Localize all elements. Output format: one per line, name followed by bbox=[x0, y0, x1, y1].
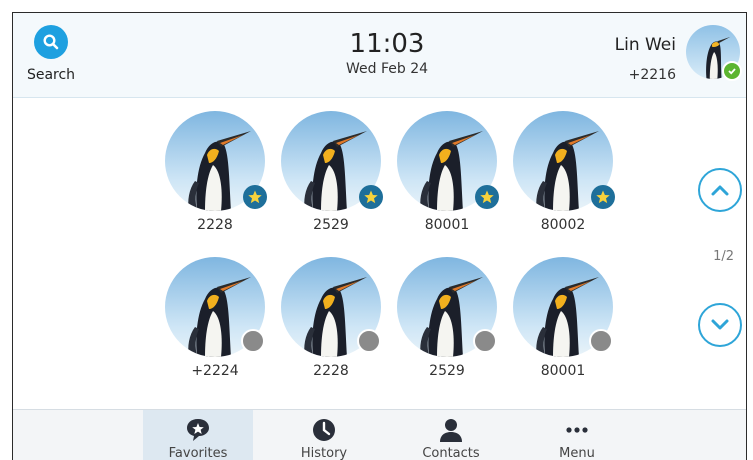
offline-status-icon bbox=[357, 329, 381, 353]
favorite-contact[interactable]: 2529 bbox=[279, 111, 383, 233]
star-badge-icon bbox=[475, 185, 499, 209]
star-badge-icon bbox=[243, 185, 267, 209]
favorite-contact-label: 80001 bbox=[424, 217, 470, 233]
page-up-button[interactable] bbox=[698, 168, 742, 212]
search-icon bbox=[34, 25, 68, 59]
contact-avatar bbox=[165, 111, 267, 211]
tab-history[interactable]: History bbox=[269, 410, 379, 460]
tab-favorites-label: Favorites bbox=[168, 446, 228, 460]
favorite-contact[interactable]: 2529 bbox=[395, 257, 499, 379]
contact-avatar bbox=[397, 257, 497, 357]
favorite-contact-label: 2529 bbox=[429, 363, 465, 379]
search-button[interactable]: Search bbox=[23, 25, 79, 93]
favorite-contact[interactable]: 80001 bbox=[395, 111, 499, 233]
favorite-contact-label: +2224 bbox=[191, 363, 239, 379]
online-status-icon bbox=[722, 61, 742, 81]
favorite-contact[interactable]: 2228 bbox=[163, 111, 267, 233]
contact-avatar bbox=[513, 257, 613, 357]
favorite-contact[interactable]: +2224 bbox=[163, 257, 267, 379]
tab-history-label: History bbox=[300, 446, 348, 460]
favorite-contact-label: 80001 bbox=[540, 363, 586, 379]
star-badge-icon bbox=[591, 185, 615, 209]
favorite-contact[interactable]: 2228 bbox=[279, 257, 383, 379]
contact-avatar bbox=[513, 111, 615, 211]
chevron-up-icon bbox=[711, 185, 729, 196]
tab-favorites[interactable]: Favorites bbox=[143, 410, 253, 460]
current-time: 11:03 bbox=[349, 29, 425, 59]
person-icon bbox=[440, 419, 462, 442]
page-down-button[interactable] bbox=[698, 303, 742, 347]
favorite-contact-label: 2529 bbox=[313, 217, 349, 233]
favorite-contact-label: 80002 bbox=[540, 217, 586, 233]
clock: 11:03 Wed Feb 24 bbox=[313, 29, 461, 77]
tab-menu[interactable]: Menu bbox=[522, 410, 632, 460]
clock-icon bbox=[313, 419, 335, 441]
status-header: Search 11:03 Wed Feb 24 Lin Wei +2216 bbox=[13, 13, 746, 98]
offline-status-icon bbox=[589, 329, 613, 353]
contact-avatar bbox=[281, 257, 381, 357]
favorite-contact[interactable]: 80002 bbox=[511, 111, 615, 233]
tab-menu-label: Menu bbox=[559, 446, 595, 460]
more-dots-icon bbox=[566, 427, 588, 433]
user-avatar[interactable] bbox=[686, 25, 742, 81]
favorite-contact-label: 2228 bbox=[313, 363, 349, 379]
contact-avatar bbox=[281, 111, 383, 211]
favorite-contact[interactable]: 80001 bbox=[511, 257, 615, 379]
favorites-icon bbox=[187, 419, 209, 441]
search-label: Search bbox=[26, 67, 76, 83]
star-badge-icon bbox=[359, 185, 383, 209]
contact-avatar bbox=[397, 111, 499, 211]
tab-contacts-label: Contacts bbox=[422, 446, 480, 460]
offline-status-icon bbox=[473, 329, 497, 353]
contact-avatar bbox=[165, 257, 265, 357]
current-date: Wed Feb 24 bbox=[345, 61, 429, 77]
chevron-down-icon bbox=[711, 319, 729, 330]
user-name: Lin Wei bbox=[614, 35, 676, 55]
tab-contacts[interactable]: Contacts bbox=[396, 410, 506, 460]
user-extension: +2216 bbox=[628, 67, 676, 83]
offline-status-icon bbox=[241, 329, 265, 353]
favorite-contact-label: 2228 bbox=[197, 217, 233, 233]
phone-screen: Search 11:03 Wed Feb 24 Lin Wei +2216 22… bbox=[12, 12, 747, 460]
bottom-tab-bar: Favorites History Contacts Menu bbox=[13, 409, 746, 460]
page-indicator: 1/2 bbox=[713, 249, 734, 264]
